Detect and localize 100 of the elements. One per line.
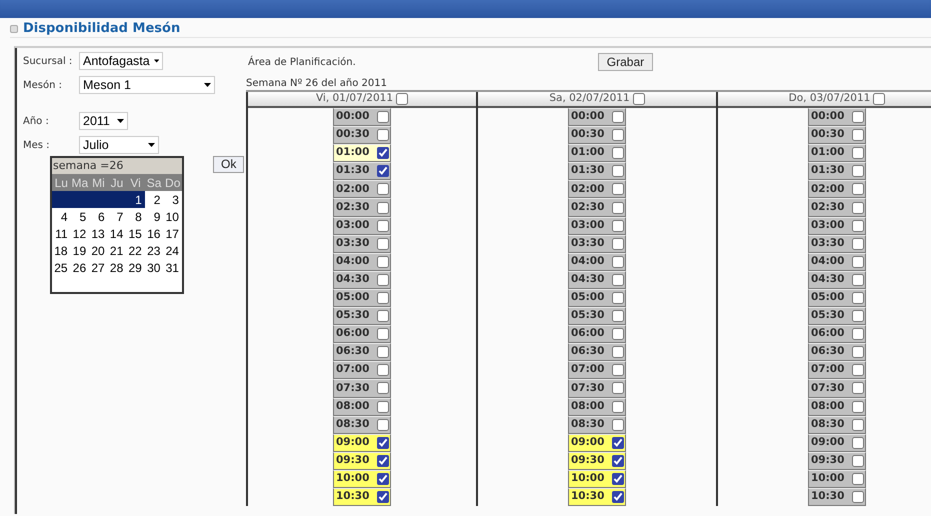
time-slot[interactable]: 08:00 [568,398,626,416]
checkbox[interactable] [377,454,389,467]
time-slot[interactable]: 06:30 [568,343,626,362]
time-slot[interactable]: 02:30 [568,198,626,217]
checkbox[interactable] [612,147,624,160]
checkbox[interactable] [852,274,864,286]
checkbox[interactable] [852,491,864,504]
checkbox[interactable] [852,400,864,413]
time-slot[interactable]: 01:30 [333,162,391,180]
checkbox[interactable] [852,256,864,268]
time-slot[interactable]: 09:30 [333,452,391,470]
dropdown[interactable]: Meson 1 [79,76,215,94]
time-slot[interactable]: 08:30 [333,416,391,434]
checkbox[interactable] [377,400,389,413]
time-slot[interactable]: 09:30 [568,452,626,470]
checkbox[interactable] [377,147,389,160]
checkbox[interactable] [612,310,624,322]
time-slot[interactable]: 07:00 [333,361,391,380]
time-slot[interactable]: 06:00 [333,325,391,344]
checkbox[interactable] [852,382,864,394]
checkbox[interactable] [612,220,624,232]
checkbox[interactable] [852,220,864,232]
calendar-day[interactable]: 2 [144,191,164,208]
time-slot[interactable]: 09:00 [568,434,626,452]
time-slot[interactable]: 04:30 [333,270,391,289]
time-slot[interactable]: 05:00 [568,288,626,308]
checkbox[interactable] [377,364,389,376]
time-slot[interactable]: 02:00 [333,180,391,198]
time-slot[interactable]: 07:00 [568,361,626,380]
calendar-day[interactable]: 3 [163,191,182,208]
checkbox[interactable] [612,292,624,304]
time-slot[interactable]: 03:30 [333,234,391,253]
checkbox[interactable] [377,382,389,394]
checkbox[interactable] [852,436,864,449]
checkbox[interactable] [377,183,389,196]
checkbox[interactable] [377,202,389,214]
time-slot[interactable]: 10:00 [568,470,626,488]
dropdown[interactable]: Antofagasta [79,52,163,70]
calendar-day[interactable]: 4 [52,208,71,225]
checkbox[interactable] [377,256,389,268]
checkbox[interactable] [632,93,645,105]
time-slot[interactable]: 08:00 [333,398,391,416]
time-slot[interactable]: 01:30 [568,162,626,180]
time-slot[interactable]: 08:30 [808,416,866,434]
calendar-day[interactable]: 6 [89,208,108,225]
calendar-day[interactable]: 12 [70,225,90,242]
calendar-day[interactable]: 17 [163,225,182,242]
time-slot[interactable]: 03:30 [808,234,866,253]
time-slot[interactable]: 07:00 [808,361,866,380]
time-slot[interactable]: 05:00 [333,288,391,308]
checkbox[interactable] [612,472,624,485]
checkbox[interactable] [852,238,864,250]
checkbox[interactable] [377,436,389,449]
calendar-day[interactable]: 16 [144,225,164,242]
calendar-day[interactable]: 30 [144,259,164,276]
checkbox[interactable] [612,256,624,268]
time-slot[interactable]: 10:00 [333,470,391,488]
calendar-day[interactable]: 25 [52,259,71,276]
dropdown[interactable]: Julio [79,136,159,154]
time-slot[interactable]: 00:30 [568,126,626,144]
checkbox[interactable] [852,147,864,160]
time-slot[interactable]: 03:30 [568,234,626,253]
calendar-day[interactable]: 27 [89,259,108,276]
time-slot[interactable]: 07:30 [808,379,866,398]
calendar-day[interactable]: 18 [52,242,71,259]
time-slot[interactable]: 02:00 [808,180,866,198]
checkbox[interactable] [852,418,864,431]
time-slot[interactable]: 00:00 [333,108,391,126]
checkbox[interactable] [377,238,389,250]
checkbox[interactable] [377,491,389,504]
checkbox[interactable] [612,454,624,467]
time-slot[interactable]: 09:00 [333,434,391,452]
calendar-day[interactable]: 14 [108,225,126,242]
time-slot[interactable]: 04:00 [568,252,626,271]
time-slot[interactable]: 07:30 [568,379,626,398]
calendar-day[interactable]: 26 [70,259,90,276]
time-slot[interactable]: 06:00 [568,325,626,344]
calendar-day[interactable]: 20 [89,242,108,259]
time-slot[interactable]: 04:00 [333,252,391,271]
save-button[interactable]: Grabar [598,53,654,71]
checkbox[interactable] [612,111,624,124]
time-slot[interactable]: 04:30 [568,270,626,289]
checkbox[interactable] [852,202,864,214]
checkbox[interactable] [852,328,864,340]
calendar-day[interactable]: 28 [108,259,126,276]
checkbox[interactable] [612,382,624,394]
time-slot[interactable]: 00:00 [568,108,626,126]
calendar-day[interactable]: 19 [70,242,90,259]
time-slot[interactable]: 05:00 [808,288,866,308]
time-slot[interactable]: 04:00 [808,252,866,271]
checkbox[interactable] [612,165,624,178]
checkbox[interactable] [377,310,389,322]
checkbox[interactable] [852,165,864,178]
dropdown[interactable]: 2011 [79,112,128,130]
time-slot[interactable]: 06:30 [808,343,866,362]
checkbox[interactable] [852,472,864,485]
checkbox[interactable] [377,292,389,304]
time-slot[interactable]: 10:30 [568,488,626,506]
time-slot[interactable]: 01:30 [808,162,866,180]
checkbox[interactable] [612,346,624,358]
